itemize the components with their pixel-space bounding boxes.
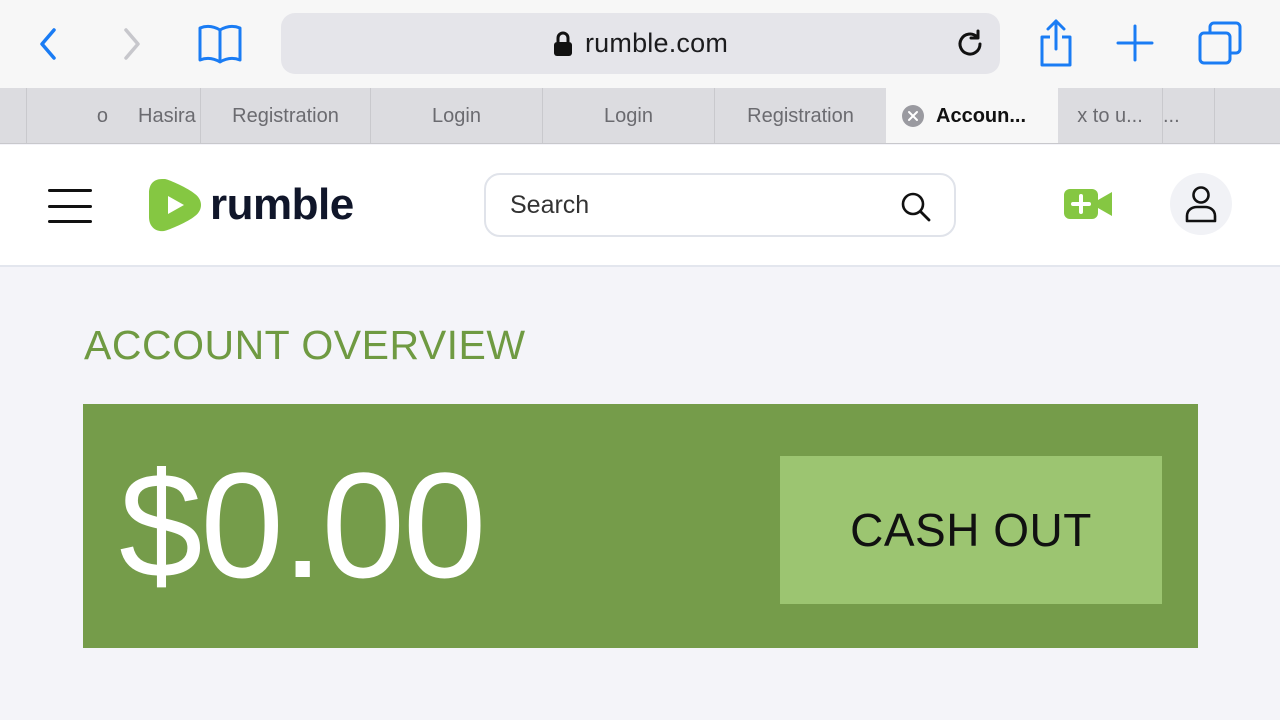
browser-toolbar: rumble.com [0,0,1280,88]
share-icon [1040,19,1072,67]
tab-label: Hasira [138,104,196,127]
cash-out-button[interactable]: CASH OUT [780,456,1162,604]
rumble-logo[interactable]: rumble [148,175,354,235]
browser-tab[interactable]: Login [370,88,542,143]
browser-tab[interactable]: Registration [714,88,886,143]
browser-tab[interactable]: Hasira [62,88,200,143]
logo-text: rumble [210,180,354,229]
plus-icon [1116,24,1154,62]
chevron-left-icon [40,28,56,60]
tab-label: Accoun... [936,104,1027,127]
bookmarks-button[interactable] [194,20,246,68]
address-bar[interactable]: rumble.com [281,13,1000,74]
rumble-play-icon [149,179,201,232]
tab-label: ... [1163,104,1180,127]
browser-tab[interactable]: Login [542,88,714,143]
tab-strip: o Hasira Registration Login Login Regist… [0,88,1280,144]
book-icon [198,24,242,64]
balance-card: $0.00 CASH OUT [83,404,1198,648]
chevron-right-icon [124,28,140,60]
reload-button[interactable] [954,28,986,65]
tab-label: Registration [232,104,339,127]
close-icon[interactable] [902,105,924,127]
search-button[interactable] [900,191,932,228]
tab-label: Login [432,104,481,127]
reload-icon [958,29,982,56]
browser-tab[interactable] [1214,88,1280,143]
browser-tab-active[interactable]: Accoun... [886,88,1058,143]
search-input[interactable] [510,190,890,220]
tab-label: Registration [747,104,854,127]
site-header: rumble [0,145,1280,267]
lock-icon [553,31,572,56]
search-box [484,173,956,237]
browser-tab[interactable]: ... [1162,88,1214,143]
account-balance: $0.00 [119,441,486,609]
tab-label: x to u... [1077,104,1143,127]
browser-tab[interactable]: x to u... [1058,88,1162,143]
url-text: rumble.com [584,28,729,58]
tabs-overview-button[interactable] [1196,19,1244,67]
upload-video-button[interactable] [1062,187,1114,226]
forward-button[interactable] [114,24,150,64]
new-tab-button[interactable] [1114,22,1156,64]
back-button[interactable] [30,24,66,64]
tabs-icon [1198,21,1242,65]
browser-tab[interactable]: Registration [200,88,370,143]
search-icon [901,192,931,222]
video-camera-plus-icon [1064,189,1112,219]
tab-label: Login [604,104,653,127]
share-button[interactable] [1034,16,1078,70]
user-account-button[interactable] [1170,173,1232,235]
page-title: ACCOUNT OVERVIEW [84,322,526,368]
user-icon [1185,186,1217,223]
menu-icon[interactable] [48,189,92,223]
